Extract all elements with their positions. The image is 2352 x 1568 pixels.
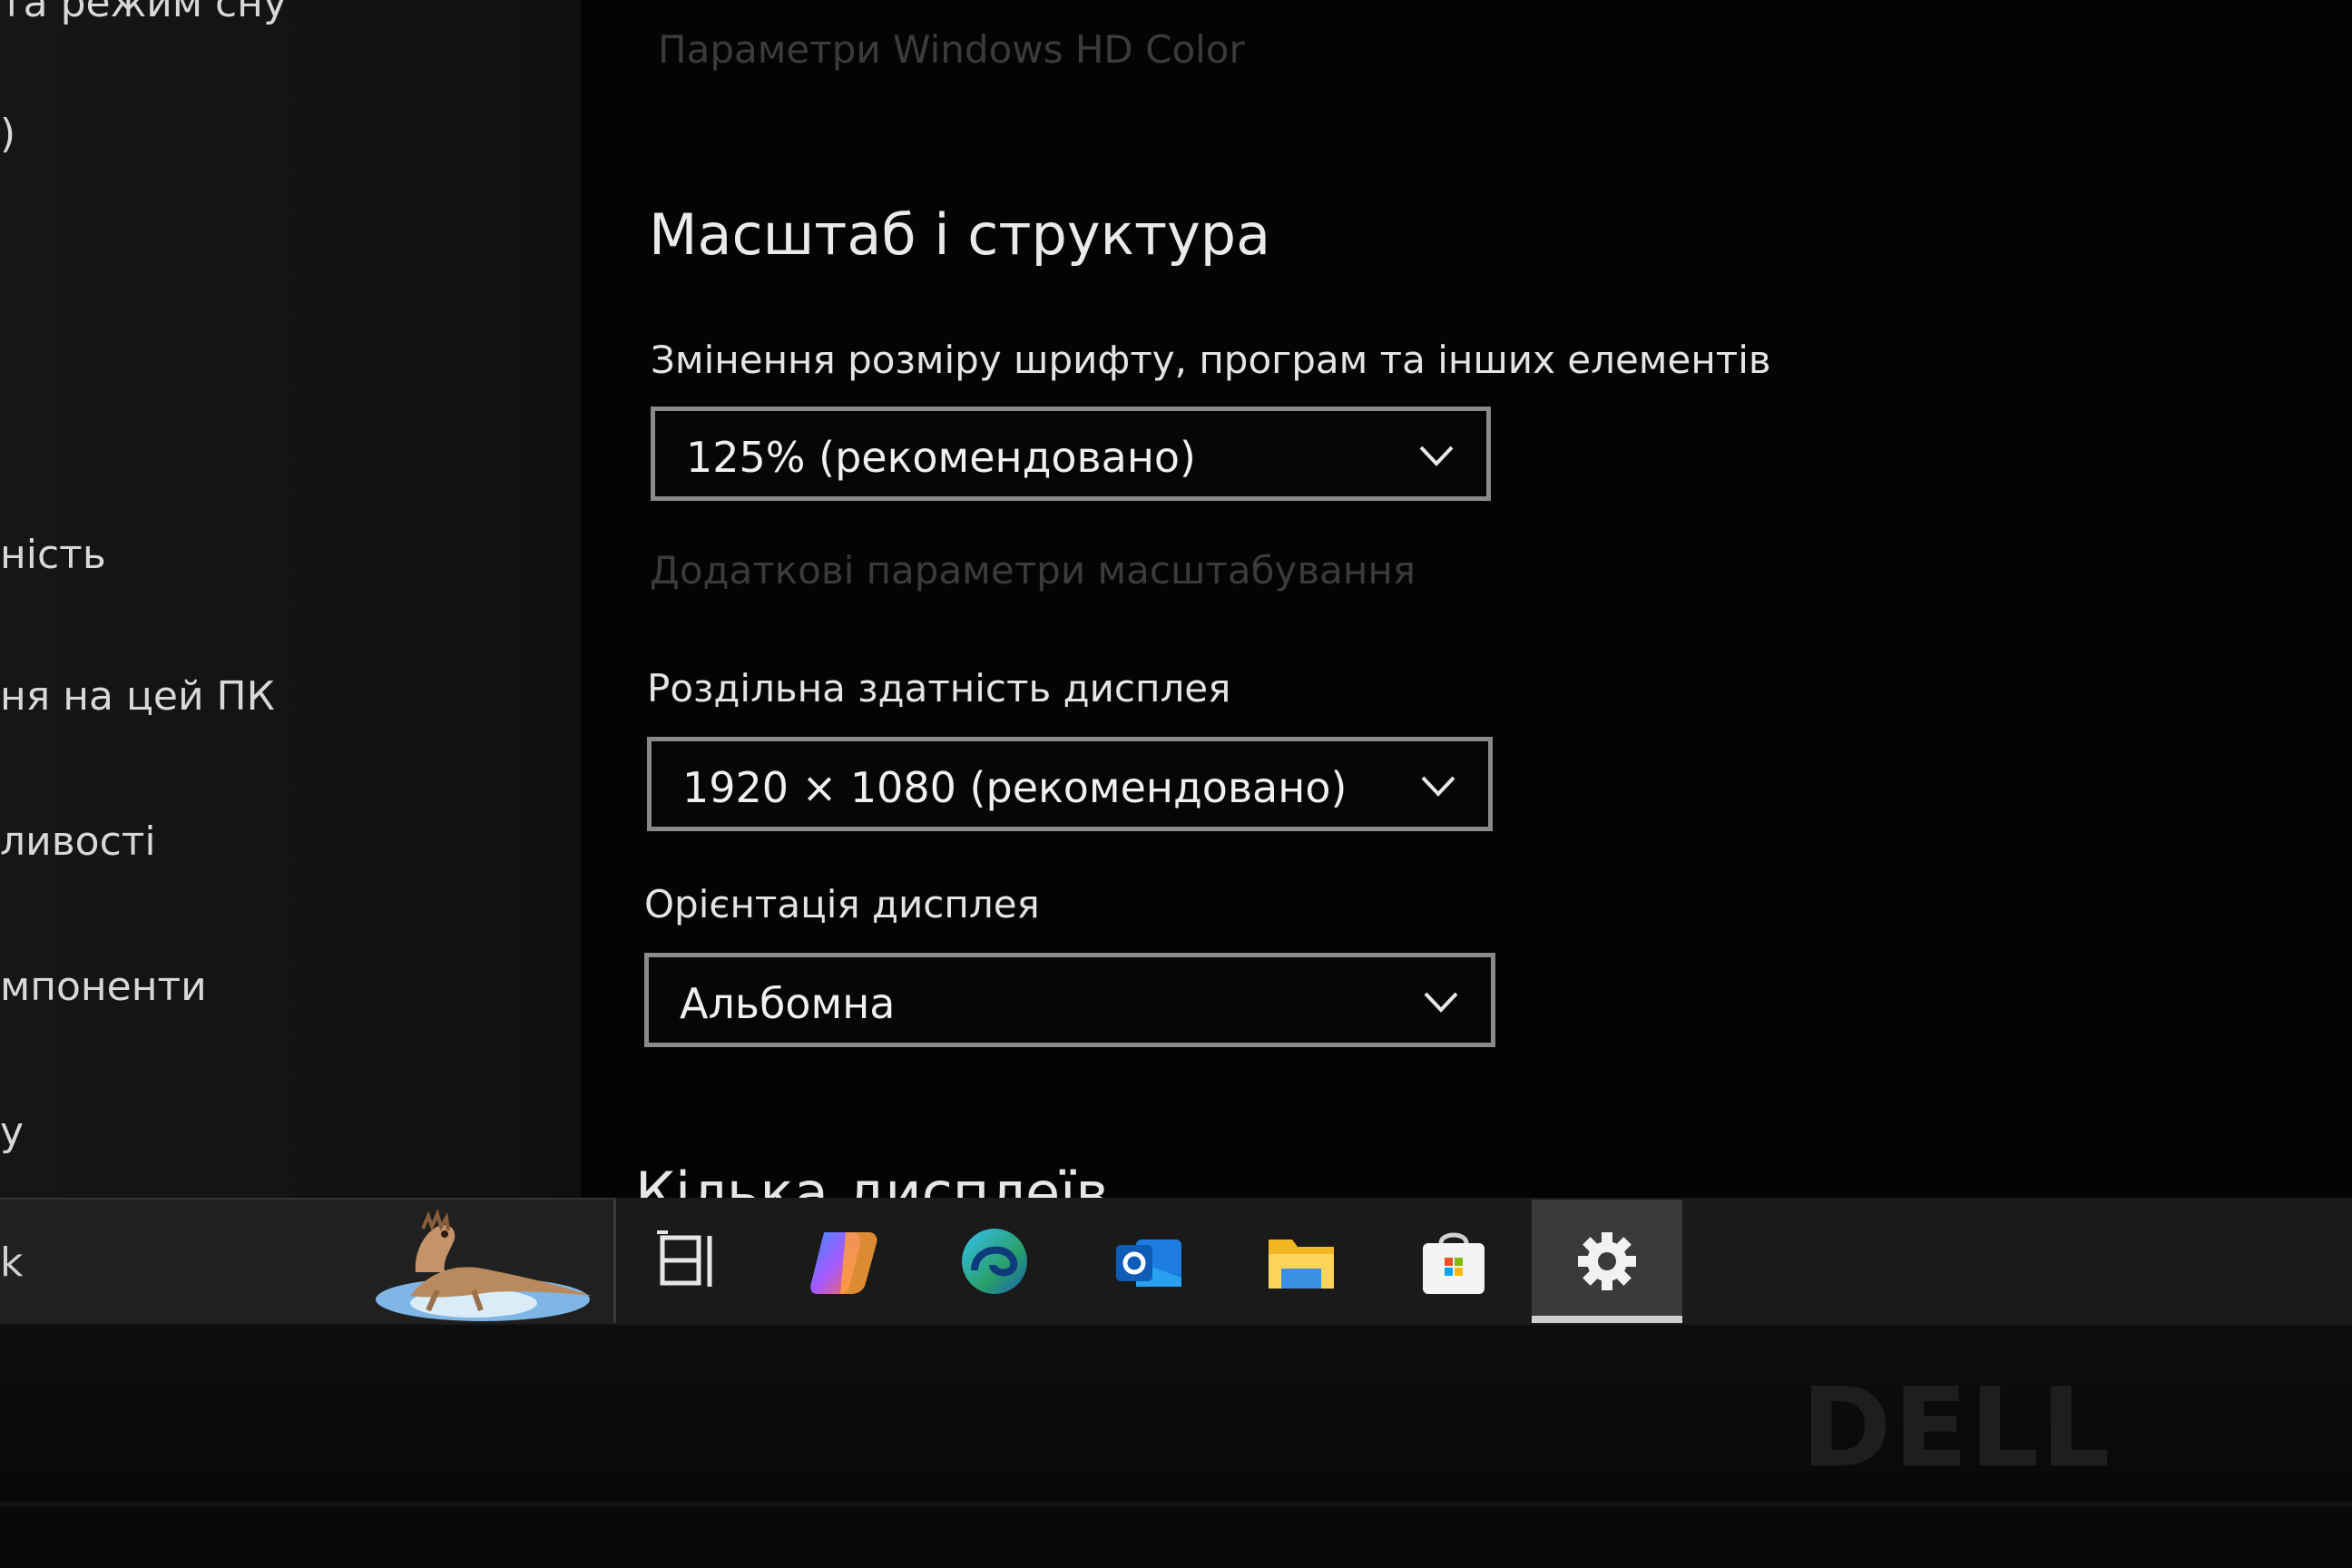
sidebar-item-shared-experiences[interactable]: ливості	[0, 818, 156, 865]
resolution-label: Роздільна здатність дисплея	[647, 666, 1231, 710]
settings-icon[interactable]	[1569, 1223, 1645, 1299]
outlook-icon[interactable]	[1111, 1223, 1187, 1299]
edge-icon[interactable]	[956, 1223, 1033, 1299]
task-view-icon[interactable]	[652, 1223, 728, 1299]
taskbar-search-box[interactable]: k	[0, 1198, 616, 1323]
orientation-label: Орієнтація дисплея	[644, 882, 1040, 926]
bezel-edge	[0, 1502, 2352, 1507]
copilot-icon[interactable]	[806, 1223, 882, 1299]
resolution-value: 1920 × 1080 (рекомендовано)	[682, 763, 1348, 812]
orientation-value: Альбомна	[680, 979, 896, 1028]
dell-logo: DELL	[1801, 1366, 2112, 1492]
taskbar: k	[0, 1198, 2352, 1325]
resolution-dropdown[interactable]: 1920 × 1080 (рекомендовано)	[647, 737, 1493, 831]
sidebar-item-power-sleep[interactable]: та режим сну	[0, 0, 287, 26]
settings-sidebar: та режим сну ) ність ня на цей ПК ливост…	[0, 0, 581, 1198]
sidebar-item-components[interactable]: мпоненти	[0, 964, 207, 1010]
sidebar-item-projecting-to-pc[interactable]: ня на цей ПК	[0, 673, 275, 720]
search-text-partial: k	[0, 1240, 24, 1286]
taskbar-active-indicator	[1532, 1316, 1682, 1323]
scale-layout-title: Масштаб і структура	[649, 201, 1271, 268]
chevron-down-icon	[1424, 992, 1458, 1013]
hd-color-settings-link[interactable]: Параметри Windows HD Color	[658, 27, 1245, 72]
sidebar-item-about[interactable]: у	[0, 1109, 24, 1155]
microsoft-store-icon[interactable]	[1416, 1223, 1492, 1299]
chevron-down-icon	[1421, 776, 1455, 797]
sidebar-item-productivity[interactable]: ність	[0, 532, 106, 578]
multiple-displays-title: Кілька дисплеїв	[635, 1160, 1109, 1200]
search-highlight-lizard-icon	[376, 1209, 592, 1321]
scale-label: Змінення розміру шрифту, програм та інши…	[651, 338, 1771, 382]
scale-value: 125% (рекомендовано)	[686, 433, 1196, 482]
chevron-down-icon	[1419, 446, 1454, 466]
scale-dropdown[interactable]: 125% (рекомендовано)	[651, 407, 1491, 501]
screen: та режим сну ) ність ня на цей ПК ливост…	[0, 0, 2352, 1568]
advanced-scaling-link[interactable]: Додаткові параметри масштабування	[650, 548, 1416, 593]
sidebar-item-partial[interactable]: )	[0, 111, 15, 157]
orientation-dropdown[interactable]: Альбомна	[644, 953, 1495, 1047]
file-explorer-icon[interactable]	[1263, 1223, 1339, 1299]
